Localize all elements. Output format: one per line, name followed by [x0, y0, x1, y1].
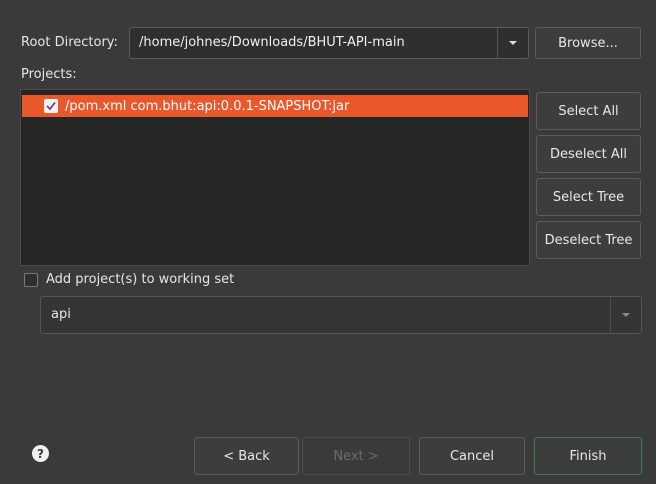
chevron-down-icon[interactable]	[497, 28, 528, 58]
working-set-checkbox[interactable]	[24, 273, 38, 287]
project-label: /pom.xml com.bhut:api:0.0.1-SNAPSHOT:jar	[65, 98, 350, 114]
next-button[interactable]: Next >	[302, 437, 410, 475]
working-set-combo[interactable]: api	[40, 296, 642, 334]
checkbox[interactable]	[44, 99, 58, 113]
root-directory-combo[interactable]: /home/johnes/Downloads/BHUT-API-main	[129, 27, 529, 59]
back-button[interactable]: < Back	[194, 437, 299, 475]
browse-button[interactable]: Browse...	[535, 27, 641, 59]
working-set-label[interactable]: Add project(s) to working set	[46, 272, 234, 287]
check-icon	[46, 101, 56, 111]
select-all-button[interactable]: Select All	[536, 92, 641, 130]
finish-button[interactable]: Finish	[534, 437, 642, 475]
root-directory-label: Root Directory:	[21, 35, 118, 50]
cancel-button[interactable]: Cancel	[419, 437, 525, 475]
deselect-tree-button[interactable]: Deselect Tree	[536, 221, 641, 259]
select-tree-button[interactable]: Select Tree	[536, 178, 641, 216]
help-icon[interactable]: ?	[32, 445, 49, 462]
working-set-value[interactable]: api	[51, 307, 71, 322]
chevron-down-icon[interactable]	[610, 297, 641, 333]
projects-list[interactable]: /pom.xml com.bhut:api:0.0.1-SNAPSHOT:jar	[20, 89, 530, 266]
root-directory-value[interactable]: /home/johnes/Downloads/BHUT-API-main	[139, 35, 405, 50]
projects-label: Projects:	[21, 67, 77, 82]
deselect-all-button[interactable]: Deselect All	[536, 135, 641, 173]
list-item[interactable]: /pom.xml com.bhut:api:0.0.1-SNAPSHOT:jar	[22, 95, 528, 117]
